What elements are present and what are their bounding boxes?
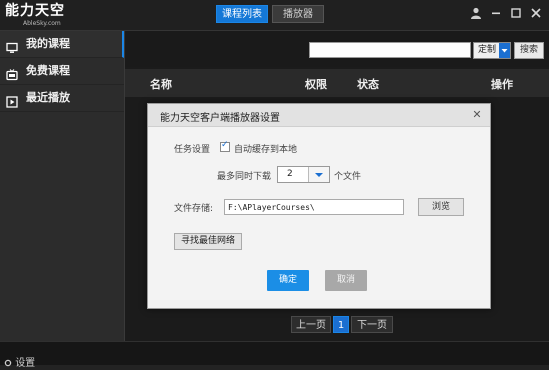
ok-button[interactable]: 确定 bbox=[267, 270, 309, 291]
bottom-bar: 设置 bbox=[0, 341, 549, 369]
tab-player[interactable]: 播放器 bbox=[272, 5, 324, 23]
prev-page-button[interactable]: 上一页 bbox=[291, 316, 331, 333]
search-toolbar: 定制 搜索 bbox=[125, 31, 549, 67]
gear-icon bbox=[4, 359, 12, 367]
minimize-icon[interactable] bbox=[489, 6, 503, 20]
column-header-actions[interactable]: 操作 bbox=[491, 76, 513, 92]
close-icon[interactable] bbox=[529, 6, 543, 20]
max-download-label: 最多同时下载 bbox=[217, 172, 272, 182]
sidebar-item-label: 我的课程 bbox=[26, 37, 70, 50]
sidebar-item-free-courses[interactable]: 免费课程 bbox=[0, 58, 124, 85]
settings-link[interactable]: 设置 bbox=[4, 354, 35, 369]
dialog-title-bar: 能力天空客户端播放器设置 ✕ bbox=[148, 104, 490, 127]
next-page-button[interactable]: 下一页 bbox=[351, 316, 393, 333]
auto-cache-label: 自动缓存到本地 bbox=[234, 145, 298, 155]
max-download-unit: 个文件 bbox=[334, 172, 362, 182]
storage-label: 文件存储: bbox=[174, 204, 214, 214]
search-filter-value: 定制 bbox=[478, 45, 497, 55]
app-window: 能力天空 AbleSky.com 课程列表 播放器 我的课程 免费课程 最近播放… bbox=[0, 0, 549, 369]
table-header: 名称 权限 状态 操作 bbox=[125, 69, 549, 97]
max-download-select[interactable]: 2 bbox=[277, 166, 330, 183]
chevron-down-icon bbox=[308, 167, 329, 182]
dialog-title: 能力天空客户端播放器设置 bbox=[160, 113, 280, 124]
search-input[interactable] bbox=[309, 42, 471, 58]
logo-subtext: AbleSky.com bbox=[23, 20, 61, 27]
find-best-network-button[interactable]: 寻找最佳网络 bbox=[174, 233, 242, 250]
tv-icon bbox=[6, 65, 18, 81]
user-icon[interactable] bbox=[469, 6, 483, 20]
sidebar-item-label: 免费课程 bbox=[26, 64, 70, 77]
storage-path-field[interactable] bbox=[224, 199, 404, 215]
search-button[interactable]: 搜索 bbox=[514, 42, 544, 59]
logo-text: 能力天空 bbox=[5, 3, 65, 19]
app-logo: 能力天空 AbleSky.com bbox=[5, 3, 71, 27]
cancel-button[interactable]: 取消 bbox=[325, 270, 367, 291]
max-download-value: 2 bbox=[287, 169, 293, 179]
window-controls bbox=[469, 6, 543, 20]
sidebar-item-my-courses[interactable]: 我的课程 bbox=[0, 31, 124, 58]
settings-dialog: 能力天空客户端播放器设置 ✕ 任务设置 自动缓存到本地 最多同时下载 2 个文件… bbox=[147, 103, 491, 309]
column-header-permission[interactable]: 权限 bbox=[305, 76, 327, 92]
maximize-icon[interactable] bbox=[509, 6, 523, 20]
browse-button[interactable]: 浏览 bbox=[418, 198, 464, 216]
dialog-close-icon[interactable]: ✕ bbox=[470, 108, 484, 122]
title-bar: 能力天空 AbleSky.com 课程列表 播放器 bbox=[0, 0, 549, 31]
search-filter-select[interactable]: 定制 bbox=[473, 42, 511, 59]
chevron-down-icon bbox=[499, 43, 510, 58]
sidebar-item-recent-play[interactable]: 最近播放 bbox=[0, 85, 124, 112]
play-icon bbox=[6, 92, 18, 108]
sidebar: 我的课程 免费课程 最近播放 bbox=[0, 31, 125, 341]
column-header-status[interactable]: 状态 bbox=[357, 76, 379, 92]
tab-course-list[interactable]: 课程列表 bbox=[216, 5, 268, 23]
top-tabs: 课程列表 播放器 bbox=[216, 5, 324, 23]
task-settings-label: 任务设置 bbox=[174, 145, 211, 155]
monitor-icon bbox=[6, 38, 18, 53]
auto-cache-checkbox[interactable] bbox=[220, 140, 230, 152]
column-header-name[interactable]: 名称 bbox=[150, 76, 172, 92]
sidebar-item-label: 最近播放 bbox=[26, 91, 70, 104]
current-page[interactable]: 1 bbox=[333, 316, 349, 333]
